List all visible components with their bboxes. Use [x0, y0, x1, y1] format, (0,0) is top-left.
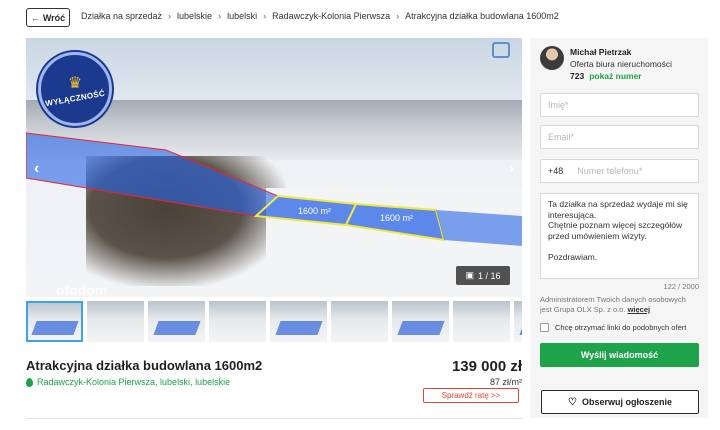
- photo-icon: ▣: [465, 270, 474, 280]
- phone-placeholder: Numer telefonu*: [577, 166, 643, 176]
- char-counter: 122 / 2000: [663, 282, 699, 291]
- chevron-left-icon[interactable]: ‹: [34, 160, 39, 178]
- chevron-right-icon: ›: [218, 11, 222, 21]
- agent-role: Oferta biura nieruchomości: [570, 59, 673, 69]
- photo-gallery[interactable]: ♛ WYŁĄCZNOŚĆ ‹ › 1600 m² 1600 m² otodom …: [26, 38, 522, 297]
- thumbnail[interactable]: [270, 301, 327, 342]
- thumbnail[interactable]: [453, 301, 510, 342]
- thumbnail[interactable]: [87, 301, 144, 342]
- checkbox-icon[interactable]: [540, 323, 549, 332]
- breadcrumb-current: Atrakcyjna działka budowlana 1600m2: [405, 11, 559, 21]
- exclusive-badge: ♛ WYŁĄCZNOŚĆ: [38, 52, 112, 126]
- counter-text: 1 / 16: [477, 270, 501, 281]
- heart-icon: ♡: [568, 396, 577, 408]
- price: 139 000 zł: [451, 358, 522, 375]
- photo-counter: ▣ 1 / 16: [456, 266, 510, 285]
- price-per-m2: 87 zł/m²: [489, 377, 522, 387]
- arrow-left-icon: ←: [30, 12, 40, 23]
- breadcrumb-item[interactable]: lubelskie: [177, 11, 212, 21]
- map-pin-icon: [26, 377, 33, 387]
- phone-country-code: +48: [548, 166, 564, 176]
- phone-field[interactable]: +48 Numer telefonu*: [540, 159, 699, 183]
- check-rate-button[interactable]: Sprawdź ratę >>: [423, 388, 519, 403]
- show-number-link[interactable]: pokaż numer: [589, 70, 641, 82]
- chevron-right-icon: ›: [396, 11, 400, 21]
- watch-label: Obserwuj ogłoszenie: [581, 397, 672, 407]
- listing-location[interactable]: Radawczyk-Kolonia Pierwsza, lubelski, lu…: [26, 377, 230, 387]
- thumbnail[interactable]: [514, 301, 522, 342]
- plot-area-label: 1600 m²: [298, 206, 332, 216]
- back-label: Wróć: [42, 12, 66, 23]
- agent-name: Michał Pietrzak: [570, 47, 632, 57]
- divider: [26, 418, 522, 419]
- watch-listing-button[interactable]: ♡ Obserwuj ogłoszenie: [541, 390, 699, 414]
- watermark: otodom: [56, 282, 108, 297]
- breadcrumb-item[interactable]: Działka na sprzedaż: [81, 11, 162, 21]
- breadcrumb-item[interactable]: Radawczyk-Kolonia Pierwsza: [272, 11, 390, 21]
- phone-partial: 723: [570, 71, 585, 81]
- agent-card: Michał Pietrzak Oferta biura nieruchomoś…: [540, 46, 672, 82]
- checkbox-label: Chcę otrzymać linki do podobnych ofert: [555, 323, 687, 332]
- thumbnail[interactable]: [209, 301, 266, 342]
- email-field[interactable]: Email*: [540, 125, 699, 149]
- thumbnail[interactable]: [26, 301, 83, 342]
- crown-icon: ♛: [67, 74, 83, 92]
- chevron-right-icon: ›: [168, 11, 172, 21]
- chevron-right-icon: ›: [263, 11, 267, 21]
- similar-offers-checkbox[interactable]: Chcę otrzymać linki do podobnych ofert: [540, 323, 686, 332]
- thumbnail[interactable]: [392, 301, 449, 342]
- privacy-text: Administratorem Twoich danych osobowych …: [540, 295, 686, 314]
- contact-panel: Michał Pietrzak Oferta biura nieruchomoś…: [530, 38, 708, 418]
- avatar: [540, 46, 564, 70]
- breadcrumb-item[interactable]: lubelski: [227, 11, 257, 21]
- thumbnail[interactable]: [331, 301, 388, 342]
- back-button[interactable]: ← Wróć: [26, 8, 70, 27]
- name-placeholder: Imię*: [548, 100, 569, 110]
- send-message-button[interactable]: Wyślij wiadomość: [540, 343, 699, 367]
- plot-area-label: 1600 m²: [380, 213, 414, 223]
- top-bar: ← Wróć Działka na sprzedaż › lubelskie ›…: [0, 0, 720, 36]
- listing-title: Atrakcyjna działka budowlana 1600m2: [26, 358, 263, 373]
- thumbnail[interactable]: [148, 301, 205, 342]
- agency-logo-icon: [492, 42, 510, 58]
- email-placeholder: Email*: [548, 132, 575, 142]
- breadcrumb: Działka na sprzedaż › lubelskie › lubels…: [81, 11, 559, 21]
- privacy-notice: Administratorem Twoich danych osobowych …: [540, 295, 699, 315]
- thumbnail-strip: [26, 301, 522, 342]
- message-textarea[interactable]: Ta działka na sprzedaż wydaje mi się int…: [540, 193, 699, 279]
- privacy-more-link[interactable]: więcej: [628, 305, 651, 314]
- location-text: Radawczyk-Kolonia Pierwsza, lubelski, lu…: [37, 377, 231, 387]
- chevron-right-icon[interactable]: ›: [509, 160, 514, 178]
- name-field[interactable]: Imię*: [540, 93, 699, 117]
